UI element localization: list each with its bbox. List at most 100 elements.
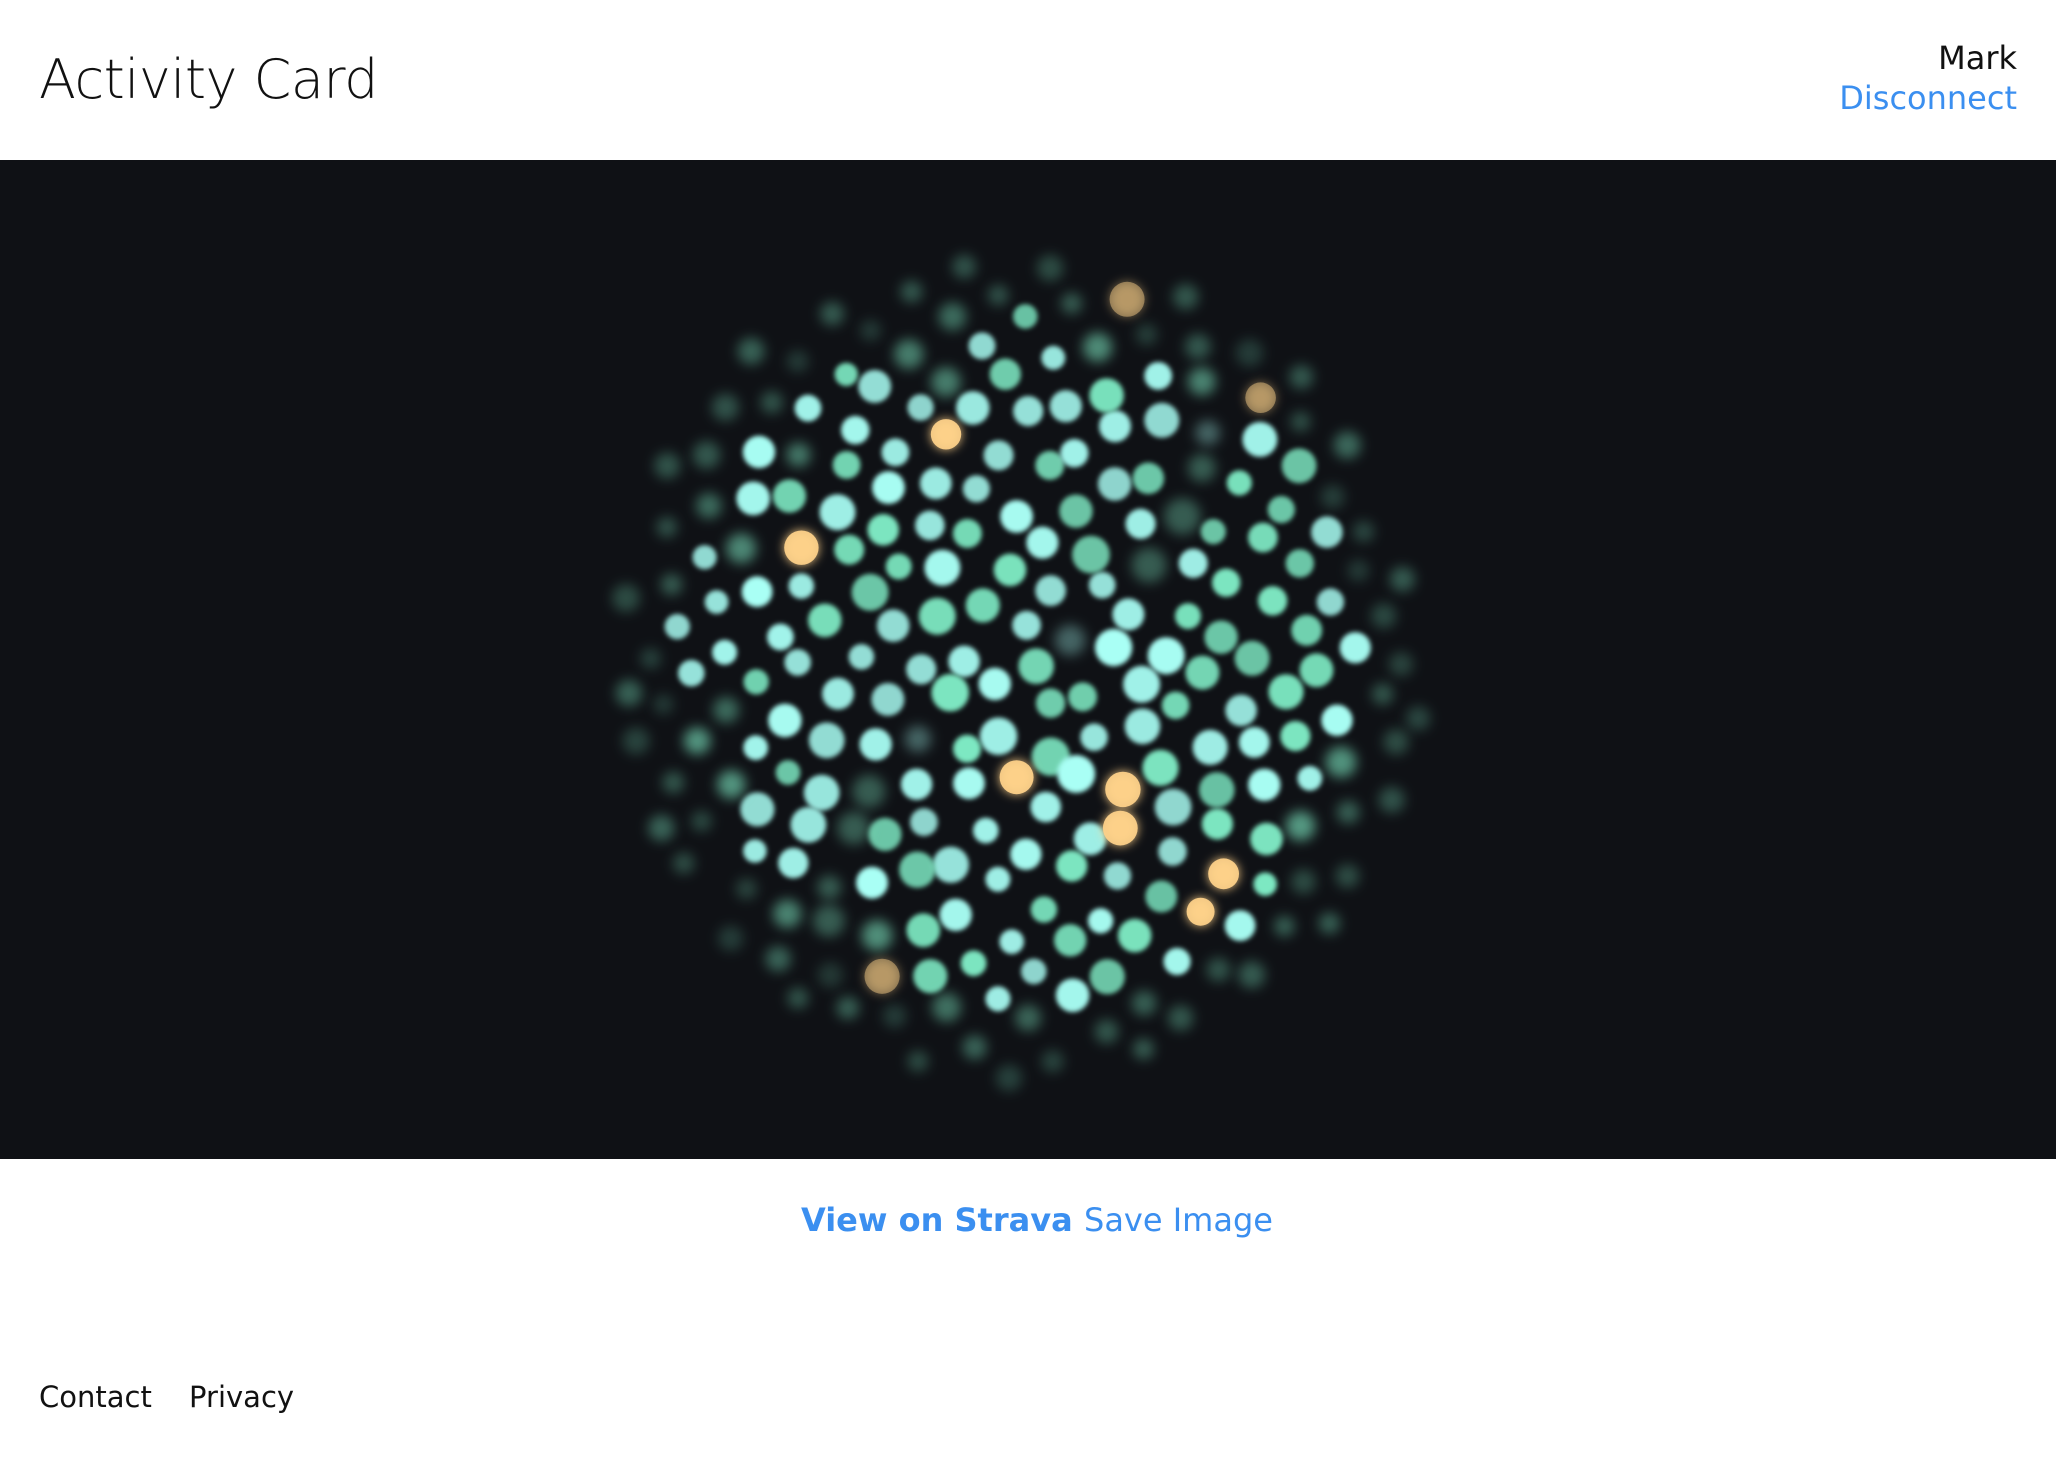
activity-dot [1021, 958, 1047, 985]
activity-dot [662, 771, 685, 794]
activity-dot [678, 659, 705, 687]
activity-dot [1192, 729, 1228, 766]
activity-dot [918, 597, 956, 635]
save-image-link[interactable]: Save Image [1084, 1195, 1273, 1245]
activity-dot [1224, 910, 1256, 941]
activity-dot [1225, 694, 1257, 727]
activity-dot [852, 774, 886, 808]
activity-dot [872, 471, 905, 504]
activity-dot [1339, 632, 1371, 664]
activity-dot [985, 866, 1011, 892]
activity-dot [741, 576, 773, 608]
activity-dot [1238, 727, 1270, 758]
activity-dot [1406, 706, 1431, 731]
contact-link[interactable]: Contact [39, 1380, 152, 1414]
activity-dot [1094, 1019, 1119, 1044]
activity-dot [1253, 872, 1277, 896]
activity-dot [1267, 496, 1295, 524]
privacy-link[interactable]: Privacy [189, 1380, 294, 1414]
activity-dot [786, 442, 811, 467]
activity-dot [1012, 610, 1041, 640]
activity-dot [938, 302, 967, 331]
activity-dot [1054, 624, 1086, 656]
activity-dot [1299, 653, 1334, 688]
activity-dot [735, 878, 758, 900]
activity-dot [1055, 978, 1090, 1013]
activity-dot [1325, 746, 1357, 778]
activity-dot [1132, 462, 1165, 495]
activity-dot [939, 898, 972, 932]
activity-art-panel [0, 160, 2056, 1159]
disconnect-link[interactable]: Disconnect [1839, 78, 2017, 118]
activity-dot [1257, 586, 1288, 616]
activity-dot [1049, 390, 1082, 423]
activity-dot [1388, 652, 1414, 677]
activity-dot [837, 811, 871, 845]
activity-dot [931, 673, 969, 712]
activity-dot [1235, 339, 1264, 367]
activity-dot [856, 866, 888, 899]
activity-dot [692, 441, 721, 469]
activity-dot [915, 510, 945, 541]
activity-dot [968, 332, 996, 360]
activity-dot [1226, 470, 1252, 496]
page-header: Activity Card Mark Disconnect [0, 0, 2056, 160]
activity-dot [1087, 908, 1114, 934]
activity-dot [1238, 961, 1266, 989]
activity-dot [648, 814, 675, 842]
activity-dot [1099, 410, 1131, 443]
activity-dot [717, 770, 746, 799]
activity-dot [1080, 723, 1108, 751]
activity-dot [1172, 284, 1199, 310]
activity-dot [956, 391, 990, 425]
activity-dot [999, 929, 1024, 954]
activity-dot [1142, 749, 1179, 787]
activity-dot [1133, 1038, 1154, 1060]
highlight-dot [1186, 897, 1215, 926]
activity-dot [1013, 396, 1044, 427]
activity-dot [876, 609, 910, 642]
activity-dot [808, 603, 842, 638]
activity-dot [1117, 918, 1152, 953]
activity-dot [1204, 620, 1238, 654]
activity-dot [1371, 683, 1394, 705]
activity-dot [913, 959, 948, 994]
activity-dot [1103, 862, 1132, 890]
activity-dot [1290, 411, 1311, 432]
activity-dot [881, 438, 910, 467]
activity-dot [1242, 421, 1278, 457]
activity-dot [737, 337, 765, 365]
activity-dot [1352, 520, 1375, 543]
activity-dot [1333, 431, 1361, 459]
activity-dot [664, 613, 690, 640]
activity-dot [736, 481, 771, 516]
activity-dot [1089, 378, 1124, 413]
activity-dot [622, 727, 650, 755]
activity-dot [953, 734, 982, 763]
activity-dot [985, 986, 1011, 1012]
activity-dot [910, 808, 938, 837]
activity-dot [653, 694, 674, 715]
activity-dot [952, 519, 982, 548]
activity-dot [790, 806, 827, 843]
view-on-strava-link[interactable]: View on Strava [801, 1195, 1073, 1245]
activity-dot [615, 679, 643, 707]
activity-dot [1068, 682, 1098, 712]
activity-dot [894, 339, 924, 369]
activity-dot [859, 728, 892, 761]
activity-dot [1030, 896, 1058, 923]
activity-dot [1158, 837, 1187, 866]
activity-dot [1145, 880, 1178, 913]
activity-dot [907, 1050, 929, 1072]
activity-dot [871, 682, 905, 716]
activity-dot [906, 913, 941, 948]
activity-dot [960, 950, 987, 977]
activity-dot [1281, 448, 1317, 484]
activity-dot [1035, 688, 1066, 718]
activity-dot [1248, 522, 1278, 553]
activity-dot [711, 393, 740, 421]
activity-dot [1318, 912, 1341, 934]
activity-dot [1201, 808, 1233, 840]
activity-dot [1000, 500, 1033, 533]
activity-dot [1320, 484, 1345, 509]
